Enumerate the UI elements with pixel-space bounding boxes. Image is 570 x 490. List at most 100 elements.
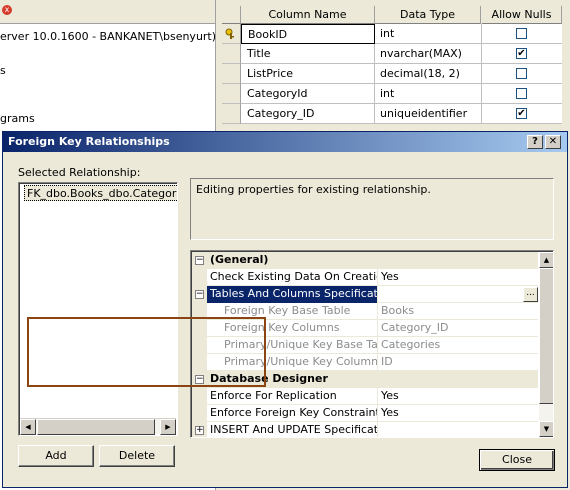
allow-nulls-header: Allow Nulls	[482, 6, 562, 24]
property-row[interactable]: Enforce For Replication Yes	[192, 388, 538, 405]
data-type-cell[interactable]: uniqueidentifier	[375, 104, 482, 124]
data-type-cell[interactable]: int	[375, 24, 482, 44]
relationship-list[interactable]: FK_dbo.Books_dbo.Categories ◀ ▶	[18, 182, 178, 436]
property-value[interactable]: Yes	[379, 269, 538, 286]
row-selector[interactable]	[222, 64, 241, 84]
property-value[interactable]	[379, 286, 538, 303]
scroll-thumb[interactable]	[539, 268, 553, 404]
row-selector[interactable]	[222, 84, 241, 104]
allow-nulls-checkbox[interactable]	[516, 88, 527, 99]
selected-relationship-label: Selected Relationship:	[18, 166, 141, 179]
property-row[interactable]: + INSERT And UPDATE Specification	[192, 422, 538, 437]
allow-nulls-cell	[482, 24, 562, 44]
table-row[interactable]: CategoryId int	[222, 84, 562, 104]
row-selector[interactable]	[222, 104, 241, 124]
help-button[interactable]: ?	[527, 135, 543, 149]
property-category-database-designer[interactable]: − Database Designer	[192, 371, 538, 388]
allow-nulls-checkbox[interactable]	[516, 68, 527, 79]
explorer-close-icon[interactable]: x	[2, 5, 12, 15]
expand-icon[interactable]: +	[195, 426, 204, 435]
delete-button[interactable]: Delete	[99, 445, 175, 467]
explorer-toolbar: x	[0, 0, 215, 24]
add-button[interactable]: Add	[18, 445, 94, 467]
property-value[interactable]	[379, 422, 538, 437]
scroll-left-icon[interactable]: ◀	[20, 419, 36, 435]
list-item[interactable]: FK_dbo.Books_dbo.Categories	[24, 185, 177, 201]
property-row-tables-columns[interactable]: − Tables And Columns Specification ...	[192, 286, 538, 303]
table-row[interactable]: Category_ID uniqueidentifier ✔	[222, 104, 562, 124]
scroll-right-icon[interactable]: ▶	[160, 419, 176, 435]
gutter	[192, 354, 207, 371]
collapse-icon[interactable]: −	[195, 375, 204, 384]
allow-nulls-cell	[482, 64, 562, 84]
data-type-cell[interactable]: int	[375, 84, 482, 104]
close-icon[interactable]: ✕	[545, 135, 561, 149]
property-value[interactable]: Yes	[379, 388, 538, 405]
primary-key-icon	[225, 28, 234, 39]
property-row[interactable]: Foreign Key Columns Category_ID	[192, 320, 538, 337]
property-name: Tables And Columns Specification	[207, 286, 378, 303]
scroll-up-icon[interactable]: ▲	[539, 252, 553, 268]
allow-nulls-checkbox[interactable]: ✔	[516, 108, 527, 119]
category-label: (General)	[210, 253, 269, 266]
scroll-down-icon[interactable]: ▼	[539, 421, 553, 437]
column-name-cell[interactable]: CategoryId	[241, 84, 375, 104]
property-grid[interactable]: − (General) Check Existing Data On Creat…	[190, 250, 554, 438]
allow-nulls-cell	[482, 84, 562, 104]
property-name: Foreign Key Base Table	[207, 303, 378, 320]
gutter	[192, 269, 207, 286]
tree-node-fragment[interactable]: grams	[0, 112, 35, 125]
foreign-key-relationships-dialog: Foreign Key Relationships ? ✕ Selected R…	[2, 131, 568, 488]
property-name: INSERT And UPDATE Specification	[207, 422, 378, 437]
close-button[interactable]: Close	[479, 449, 555, 471]
scroll-thumb[interactable]	[37, 419, 155, 435]
category-label: Database Designer	[210, 372, 328, 385]
table-row[interactable]: ListPrice decimal(18, 2)	[222, 64, 562, 84]
allow-nulls-cell: ✔	[482, 44, 562, 64]
gutter: −	[192, 371, 207, 388]
column-name-cell[interactable]: BookID	[241, 24, 375, 44]
gutter	[192, 405, 207, 422]
property-value: Categories	[381, 338, 441, 351]
property-row[interactable]: Enforce Foreign Key Constraint Yes	[192, 405, 538, 422]
allow-nulls-checkbox[interactable]	[516, 28, 527, 39]
allow-nulls-checkbox[interactable]: ✔	[516, 48, 527, 59]
row-selector[interactable]	[222, 44, 241, 64]
property-row[interactable]: Primary/Unique Key Base Table Categories	[192, 337, 538, 354]
allow-nulls-cell: ✔	[482, 104, 562, 124]
property-name: Enforce Foreign Key Constraint	[207, 405, 378, 422]
property-value: ID	[381, 355, 393, 368]
property-row[interactable]: Check Existing Data On Creation O Yes	[192, 269, 538, 286]
table-row[interactable]: Title nvarchar(MAX) ✔	[222, 44, 562, 64]
property-name: Primary/Unique Key Base Table	[207, 337, 378, 354]
property-name: Check Existing Data On Creation O	[207, 269, 378, 286]
ellipsis-button[interactable]: ...	[523, 287, 538, 302]
property-value[interactable]: Yes	[379, 405, 538, 422]
property-name: Foreign Key Columns	[207, 320, 378, 337]
gutter: −	[192, 286, 207, 303]
gutter	[192, 303, 207, 320]
column-name-cell[interactable]: ListPrice	[241, 64, 375, 84]
vertical-scrollbar[interactable]: ▲ ▼	[539, 252, 553, 437]
collapse-icon[interactable]: −	[195, 290, 204, 299]
table-row[interactable]: BookID int	[222, 24, 562, 44]
property-category-general[interactable]: − (General)	[192, 252, 538, 269]
collapse-icon[interactable]: −	[195, 256, 204, 265]
relationship-description: Editing properties for existing relation…	[190, 178, 554, 240]
dialog-title: Foreign Key Relationships	[8, 135, 170, 148]
data-type-cell[interactable]: nvarchar(MAX)	[375, 44, 482, 64]
gutter	[192, 388, 207, 405]
column-name-cell[interactable]: Category_ID	[241, 104, 375, 124]
gutter	[192, 337, 207, 354]
tree-node-fragment[interactable]: s	[0, 64, 6, 77]
property-row[interactable]: Primary/Unique Key Columns ID	[192, 354, 538, 371]
row-selector[interactable]	[222, 24, 241, 44]
server-node-label[interactable]: erver 10.0.1600 - BANKANET\bsenyurt)	[0, 30, 215, 43]
gutter: +	[192, 422, 207, 437]
data-type-cell[interactable]: decimal(18, 2)	[375, 64, 482, 84]
column-name-cell[interactable]: Title	[241, 44, 375, 64]
horizontal-scrollbar[interactable]: ◀ ▶	[20, 418, 176, 435]
dialog-titlebar[interactable]: Foreign Key Relationships ? ✕	[3, 132, 567, 152]
property-row[interactable]: Foreign Key Base Table Books	[192, 303, 538, 320]
property-name: Enforce For Replication	[207, 388, 378, 405]
